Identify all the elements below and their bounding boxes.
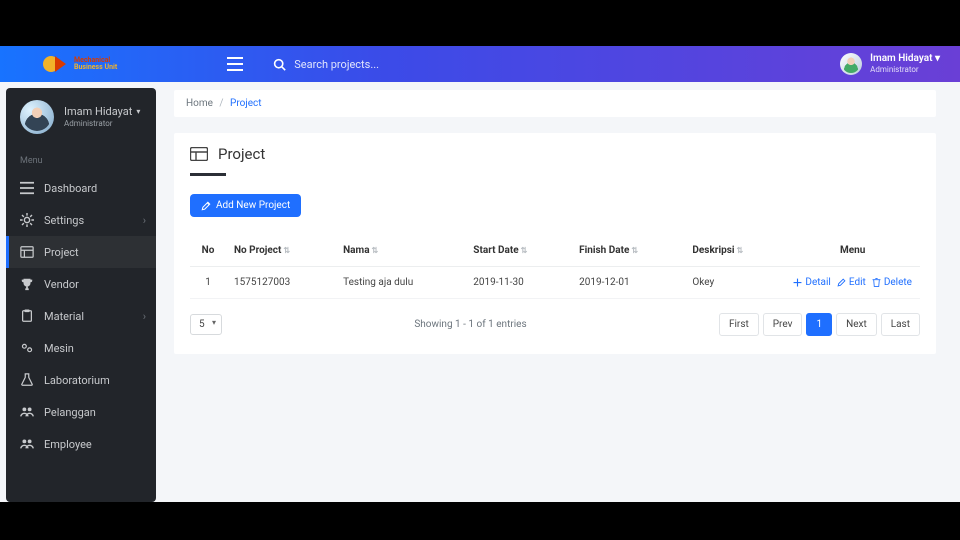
page-first[interactable]: First bbox=[719, 313, 759, 336]
main-content: Home / Project Project Add New Project bbox=[166, 82, 960, 502]
sidebar-item-laboratorium[interactable]: Laboratorium bbox=[6, 364, 156, 396]
search-icon bbox=[273, 58, 286, 71]
topbar: Mechanical Business Unit Imam Hidayat ▾ … bbox=[0, 46, 960, 82]
hamburger-icon[interactable] bbox=[227, 57, 243, 71]
sidebar-item-label: Vendor bbox=[44, 278, 79, 291]
avatar bbox=[20, 100, 54, 134]
sidebar-item-project[interactable]: Project bbox=[6, 236, 156, 268]
clipboard-icon bbox=[20, 309, 34, 323]
sidebar-item-employee[interactable]: Employee bbox=[6, 428, 156, 460]
sort-icon: ⇅ bbox=[737, 246, 744, 255]
delete-button[interactable]: Delete bbox=[872, 277, 912, 288]
page-size-select[interactable]: 5 bbox=[190, 314, 222, 335]
sidebar-item-label: Mesin bbox=[44, 342, 74, 355]
chevron-down-icon: ▾ bbox=[136, 107, 140, 117]
users-icon bbox=[20, 437, 34, 451]
detail-button[interactable]: Detail bbox=[793, 277, 830, 288]
sidebar-item-label: Employee bbox=[44, 438, 92, 451]
col-finish[interactable]: Finish Date⇅ bbox=[571, 235, 684, 267]
sidebar-item-dashboard[interactable]: Dashboard bbox=[6, 172, 156, 204]
user-role: Administrator bbox=[870, 65, 940, 75]
gear-icon bbox=[20, 213, 34, 227]
title-underline bbox=[190, 173, 226, 176]
logo-icon bbox=[42, 54, 68, 74]
cell-no-project: 1575127003 bbox=[226, 267, 335, 299]
flask-icon bbox=[20, 373, 34, 387]
cogs-icon bbox=[20, 341, 34, 355]
cell-no: 1 bbox=[190, 267, 226, 299]
search-input[interactable] bbox=[294, 58, 494, 71]
col-deskripsi[interactable]: Deskripsi⇅ bbox=[684, 235, 785, 267]
sort-icon: ⇅ bbox=[521, 246, 528, 255]
chevron-right-icon: › bbox=[143, 310, 146, 323]
sidebar-menu: Dashboard Settings › Project Vendor bbox=[6, 172, 156, 460]
sidebar-user[interactable]: Imam Hidayat ▾ Administrator bbox=[6, 88, 156, 144]
sidebar-item-vendor[interactable]: Vendor bbox=[6, 268, 156, 300]
sort-icon: ⇅ bbox=[283, 246, 290, 255]
project-table: No No Project⇅ Nama⇅ Start Date⇅ Finish … bbox=[190, 235, 920, 299]
sidebar-item-label: Settings bbox=[44, 214, 84, 227]
breadcrumb-separator: / bbox=[219, 98, 223, 109]
table-footer: 5 Showing 1 - 1 of 1 entries First Prev … bbox=[190, 313, 920, 336]
logo-text: Mechanical Business Unit bbox=[74, 57, 117, 71]
col-no-project[interactable]: No Project⇅ bbox=[226, 235, 335, 267]
sidebar: Imam Hidayat ▾ Administrator Menu Dashbo… bbox=[6, 88, 156, 502]
sidebar-user-name: Imam Hidayat bbox=[64, 105, 132, 119]
page-last[interactable]: Last bbox=[881, 313, 920, 336]
breadcrumb-home[interactable]: Home bbox=[186, 98, 213, 109]
user-name: Imam Hidayat bbox=[870, 53, 932, 64]
sidebar-item-label: Dashboard bbox=[44, 182, 97, 195]
sort-icon: ⇅ bbox=[372, 246, 379, 255]
bars-icon bbox=[20, 181, 34, 195]
chevron-right-icon: › bbox=[143, 214, 146, 227]
col-nama[interactable]: Nama⇅ bbox=[335, 235, 465, 267]
col-menu: Menu bbox=[785, 235, 920, 267]
edit-button[interactable]: Edit bbox=[837, 277, 866, 288]
app-logo[interactable]: Mechanical Business Unit bbox=[42, 54, 117, 74]
sidebar-item-label: Pelanggan bbox=[44, 406, 96, 419]
list-icon bbox=[20, 245, 34, 259]
row-actions: Detail Edit Delete bbox=[793, 277, 912, 288]
cell-deskripsi: Okey bbox=[684, 267, 785, 299]
search-box[interactable] bbox=[273, 58, 840, 71]
sidebar-item-pelanggan[interactable]: Pelanggan bbox=[6, 396, 156, 428]
sidebar-item-label: Project bbox=[44, 246, 79, 259]
page-title: Project bbox=[190, 145, 920, 173]
sidebar-item-settings[interactable]: Settings › bbox=[6, 204, 156, 236]
cell-nama: Testing aja dulu bbox=[335, 267, 465, 299]
avatar bbox=[840, 53, 862, 75]
chevron-down-icon: ▾ bbox=[935, 53, 940, 64]
users-icon bbox=[20, 405, 34, 419]
add-new-project-button[interactable]: Add New Project bbox=[190, 194, 301, 217]
table-icon bbox=[190, 147, 208, 161]
breadcrumb-current: Project bbox=[230, 98, 262, 109]
project-card: Project Add New Project No No Project⇅ N… bbox=[174, 133, 936, 354]
page-current[interactable]: 1 bbox=[806, 313, 832, 336]
sidebar-item-label: Material bbox=[44, 310, 84, 323]
entries-info: Showing 1 - 1 of 1 entries bbox=[414, 319, 526, 330]
sort-icon: ⇅ bbox=[631, 246, 638, 255]
sidebar-item-mesin[interactable]: Mesin bbox=[6, 332, 156, 364]
pagination: First Prev 1 Next Last bbox=[719, 313, 920, 336]
sidebar-item-label: Laboratorium bbox=[44, 374, 110, 387]
sidebar-user-role: Administrator bbox=[64, 119, 140, 129]
cell-start: 2019-11-30 bbox=[465, 267, 571, 299]
table-row: 1 1575127003 Testing aja dulu 2019-11-30… bbox=[190, 267, 920, 299]
page-prev[interactable]: Prev bbox=[763, 313, 803, 336]
user-menu-top[interactable]: Imam Hidayat ▾ Administrator bbox=[840, 53, 940, 75]
sidebar-item-material[interactable]: Material › bbox=[6, 300, 156, 332]
cell-finish: 2019-12-01 bbox=[571, 267, 684, 299]
page-next[interactable]: Next bbox=[836, 313, 877, 336]
pencil-icon bbox=[201, 201, 211, 211]
menu-heading: Menu bbox=[6, 144, 156, 172]
col-no[interactable]: No bbox=[190, 235, 226, 267]
trophy-icon bbox=[20, 277, 34, 291]
col-start[interactable]: Start Date⇅ bbox=[465, 235, 571, 267]
breadcrumb: Home / Project bbox=[174, 90, 936, 117]
